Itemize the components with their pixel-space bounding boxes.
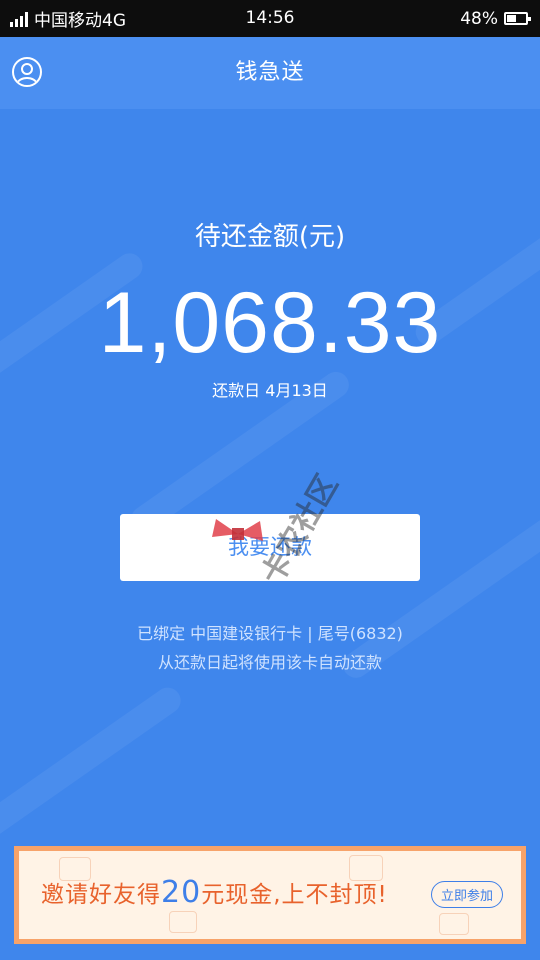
banner-decoration (169, 911, 197, 933)
banner-decoration (439, 913, 469, 935)
clock: 14:56 (245, 8, 295, 28)
status-bar: 中国移动4G 14:56 48% (0, 0, 540, 37)
auto-repay-note: 从还款日起将使用该卡自动还款 (157, 653, 382, 672)
banner-prefix: 邀请好友得 (41, 882, 161, 908)
status-right: 48% (460, 0, 531, 37)
repay-button[interactable]: 我要还款 (120, 514, 420, 581)
app-header: 钱急送 (0, 37, 540, 109)
page-title: 钱急送 (235, 60, 305, 85)
due-date: 还款日 4月13日 (212, 381, 328, 400)
battery-percent: 48% (460, 8, 498, 29)
amount-due: 1,068.33 (98, 275, 442, 371)
banner-suffix: 元现金,上不封顶! (201, 882, 388, 908)
join-now-button[interactable]: 立即参加 (430, 881, 503, 908)
bound-card-info: 已绑定 中国建设银行卡 | 尾号(6832) (137, 624, 403, 643)
background-stripe (0, 682, 186, 842)
battery-icon (504, 12, 531, 25)
banner-body: 邀请好友得20元现金,上不封顶! 立即参加 (19, 851, 521, 939)
main-panel: 待还金额(元) 1,068.33 还款日 4月13日 我要还款 已绑定 中国建设… (0, 109, 540, 960)
invite-banner[interactable]: 邀请好友得20元现金,上不封顶! 立即参加 (14, 846, 526, 944)
banner-text: 邀请好友得20元现金,上不封顶! (41, 875, 388, 910)
banner-amount: 20 (161, 875, 202, 910)
amount-label: 待还金额(元) (194, 222, 346, 252)
